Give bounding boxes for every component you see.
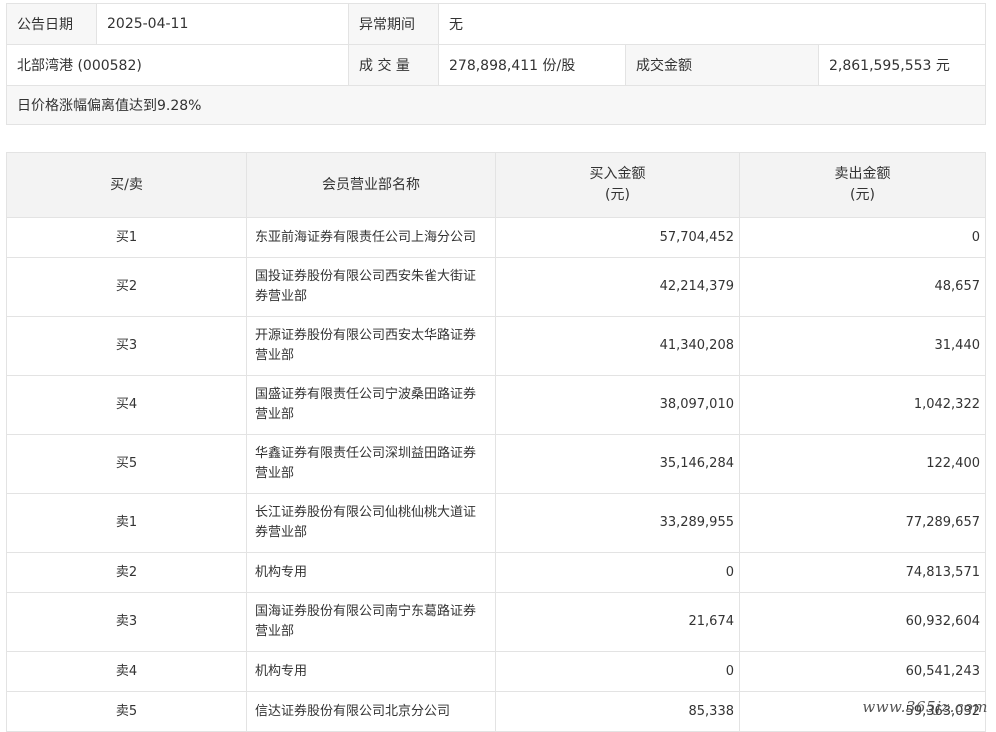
trading-seats-table: 买/卖 会员营业部名称 买入金额 (元) 卖出金额 (元) 买1 东亚前海证券有…: [6, 152, 986, 732]
row-member-name: 开源证券股份有限公司西安太华路证券营业部: [246, 316, 496, 376]
table-row: 卖4 机构专用 0 60,541,243: [6, 651, 986, 692]
row-side: 卖1: [6, 493, 247, 553]
row-member-name: 国投证券股份有限公司西安朱雀大街证券营业部: [246, 257, 496, 317]
table-row: 买2 国投证券股份有限公司西安朱雀大街证券营业部 42,214,379 48,6…: [6, 257, 986, 317]
table-row: 卖3 国海证券股份有限公司南宁东葛路证券营业部 21,674 60,932,60…: [6, 592, 986, 652]
row-side: 买4: [6, 375, 247, 435]
row-side: 卖4: [6, 651, 247, 692]
row-sell-amount: 31,440: [739, 316, 986, 376]
row-member-name: 长江证券股份有限公司仙桃仙桃大道证券营业部: [246, 493, 496, 553]
volume-value: 278,898,411 份/股: [438, 44, 626, 86]
table-row: 买3 开源证券股份有限公司西安太华路证券营业部 41,340,208 31,44…: [6, 316, 986, 376]
row-side: 买5: [6, 434, 247, 494]
row-member-name: 机构专用: [246, 651, 496, 692]
header-buy-amount-line1: 买入金额: [589, 166, 646, 182]
row-sell-amount: 122,400: [739, 434, 986, 494]
stock-name: 北部湾港 (000582): [6, 44, 349, 86]
row-buy-amount: 35,146,284: [495, 434, 740, 494]
table-row: 买5 华鑫证券有限责任公司深圳益田路证券营业部 35,146,284 122,4…: [6, 434, 986, 494]
abnormal-period-value: 无: [437, 3, 987, 45]
table-header-row: 买/卖 会员营业部名称 买入金额 (元) 卖出金额 (元): [6, 152, 986, 218]
row-member-name: 国海证券股份有限公司南宁东葛路证券营业部: [246, 592, 496, 652]
announcement-date-value: 2025-04-11: [96, 3, 349, 45]
row-side: 卖3: [6, 592, 247, 652]
row-member-name: 机构专用: [246, 552, 496, 593]
row-buy-amount: 21,674: [495, 592, 740, 652]
row-side: 买1: [6, 217, 247, 258]
row-sell-amount: 48,657: [739, 257, 986, 317]
row-sell-amount: 77,289,657: [739, 493, 986, 553]
row-side: 买3: [6, 316, 247, 376]
header-member-name: 会员营业部名称: [246, 152, 496, 218]
row-sell-amount: 0: [739, 217, 986, 258]
row-buy-amount: 41,340,208: [495, 316, 740, 376]
row-buy-amount: 0: [495, 651, 740, 692]
row-side: 卖5: [6, 691, 247, 732]
header-buy-amount: 买入金额 (元): [495, 152, 740, 218]
site-watermark: www.365jz.com: [862, 698, 988, 716]
announcement-date-label: 公告日期: [6, 3, 97, 45]
table-row: 卖2 机构专用 0 74,813,571: [6, 552, 986, 593]
row-buy-amount: 57,704,452: [495, 217, 740, 258]
row-buy-amount: 42,214,379: [495, 257, 740, 317]
row-sell-amount: 1,042,322: [739, 375, 986, 435]
row-buy-amount: 85,338: [495, 691, 740, 732]
row-member-name: 东亚前海证券有限责任公司上海分公司: [246, 217, 496, 258]
volume-label: 成 交 量: [348, 44, 439, 86]
row-buy-amount: 33,289,955: [495, 493, 740, 553]
announcement-info-table: 公告日期 2025-04-11 异常期间 无 北部湾港 (000582) 成 交…: [5, 3, 987, 125]
row-sell-amount: 60,541,243: [739, 651, 986, 692]
table-row: 卖1 长江证券股份有限公司仙桃仙桃大道证券营业部 33,289,955 77,2…: [6, 493, 986, 553]
table-row: 买1 东亚前海证券有限责任公司上海分公司 57,704,452 0: [6, 217, 986, 258]
row-sell-amount: 60,932,604: [739, 592, 986, 652]
abnormal-period-label: 异常期间: [348, 3, 439, 45]
table-row: 卖5 信达证券股份有限公司北京分公司 85,338 59,363,032: [6, 691, 986, 732]
header-sell-amount-unit: (元): [850, 187, 875, 203]
header-sell-amount-line1: 卖出金额: [834, 166, 891, 182]
amount-value: 2,861,595,553 元: [817, 44, 987, 86]
row-side: 买2: [6, 257, 247, 317]
abnormal-reason: 日价格涨幅偏离值达到9.28%: [5, 85, 987, 125]
row-member-name: 信达证券股份有限公司北京分公司: [246, 691, 496, 732]
row-member-name: 华鑫证券有限责任公司深圳益田路证券营业部: [246, 434, 496, 494]
row-buy-amount: 38,097,010: [495, 375, 740, 435]
table-row: 买4 国盛证券有限责任公司宁波桑田路证券营业部 38,097,010 1,042…: [6, 375, 986, 435]
row-sell-amount: 74,813,571: [739, 552, 986, 593]
header-side: 买/卖: [6, 152, 247, 218]
row-member-name: 国盛证券有限责任公司宁波桑田路证券营业部: [246, 375, 496, 435]
header-sell-amount: 卖出金额 (元): [739, 152, 986, 218]
row-side: 卖2: [6, 552, 247, 593]
row-buy-amount: 0: [495, 552, 740, 593]
header-buy-amount-unit: (元): [605, 187, 630, 203]
amount-label: 成交金额: [625, 44, 819, 86]
